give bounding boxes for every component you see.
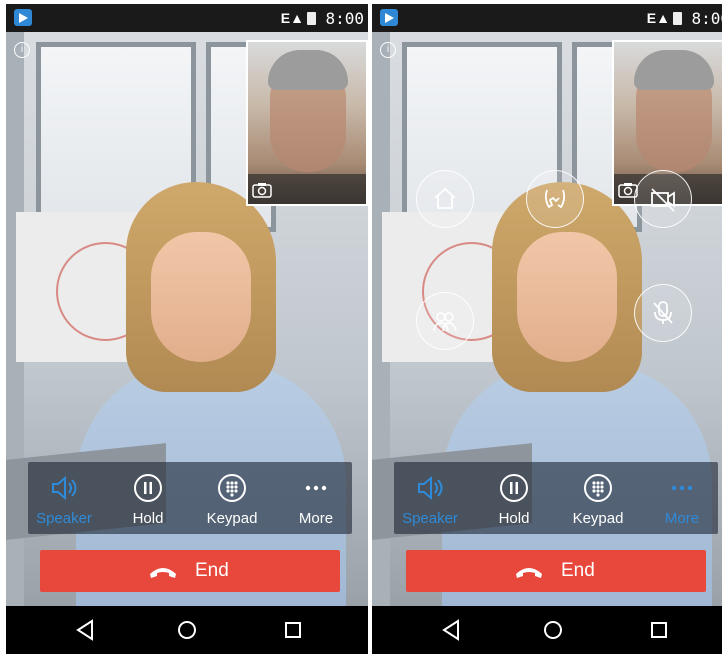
keypad-label: Keypad [572, 510, 624, 527]
status-bar: E▲ 8:00 [6, 4, 368, 32]
remote-person-face [151, 232, 251, 362]
phone-screen-left: E▲ 8:00 i Speaker Hold Keypad More End [6, 4, 368, 654]
remote-person-face [517, 232, 617, 362]
call-transfer-icon [544, 189, 566, 209]
video-off-icon [651, 188, 675, 212]
pause-icon [500, 474, 528, 502]
info-icon[interactable]: i [14, 42, 30, 58]
keypad-label: Keypad [206, 510, 258, 527]
status-time: 8:00 [325, 9, 364, 28]
battery-icon [307, 12, 316, 25]
conference-button[interactable] [416, 292, 474, 350]
status-bar: E▲ 8:00 [372, 4, 722, 32]
home-icon [434, 187, 456, 209]
home-circle-icon[interactable] [172, 616, 202, 644]
switch-camera-icon[interactable] [252, 182, 272, 200]
phone-screen-right: E▲ 8:00 i Speaker Hold [372, 4, 722, 654]
speaker-icon [418, 475, 443, 501]
navigation-bar [6, 606, 368, 654]
back-icon[interactable] [436, 616, 466, 644]
status-time: 8:00 [691, 9, 722, 28]
end-call-button[interactable]: End [406, 550, 706, 592]
app-icon [14, 9, 32, 26]
hold-label: Hold [498, 510, 530, 527]
signal-icon: E▲ [646, 10, 670, 26]
mute-mic-icon [653, 301, 673, 324]
video-off-button[interactable] [634, 170, 692, 228]
battery-icon [673, 12, 682, 25]
signal-icon: E▲ [280, 10, 304, 26]
keypad-icon [584, 474, 612, 502]
network-type: E [646, 10, 657, 26]
end-call-label: End [561, 560, 595, 581]
self-view-video[interactable] [246, 40, 368, 206]
back-icon[interactable] [70, 616, 100, 644]
call-controls-bar: Speaker Hold Keypad More [28, 462, 352, 534]
more-icon [305, 485, 327, 491]
mute-button[interactable] [634, 284, 692, 342]
self-view-hair [634, 50, 714, 90]
home-button[interactable] [416, 170, 474, 228]
end-call-button[interactable]: End [40, 550, 340, 592]
call-controls-bar: Speaker Hold Keypad More [394, 462, 718, 534]
conference-icon [433, 312, 457, 332]
speaker-label: Speaker [36, 510, 92, 527]
network-type: E [280, 10, 291, 26]
more-button[interactable]: More [280, 462, 352, 534]
speaker-icon [52, 475, 77, 501]
speaker-button[interactable]: Speaker [28, 462, 100, 534]
more-button[interactable]: More [646, 462, 718, 534]
recents-icon[interactable] [644, 616, 674, 644]
more-label: More [664, 510, 700, 527]
home-circle-icon[interactable] [538, 616, 568, 644]
keypad-button[interactable]: Keypad [562, 462, 634, 534]
hold-button[interactable]: Hold [112, 462, 184, 534]
speaker-button[interactable]: Speaker [394, 462, 466, 534]
more-icon [671, 485, 693, 491]
hold-button[interactable]: Hold [478, 462, 550, 534]
hangup-icon [150, 568, 176, 578]
more-label: More [298, 510, 334, 527]
speaker-label: Speaker [402, 510, 458, 527]
navigation-bar [372, 606, 722, 654]
recents-icon[interactable] [278, 616, 308, 644]
call-transfer-button[interactable] [526, 170, 584, 228]
self-view-hair [268, 50, 348, 90]
keypad-icon [218, 474, 246, 502]
end-call-label: End [195, 560, 229, 581]
hold-label: Hold [132, 510, 164, 527]
keypad-button[interactable]: Keypad [196, 462, 268, 534]
pause-icon [134, 474, 162, 502]
hangup-icon [516, 568, 542, 578]
app-icon [380, 9, 398, 26]
info-icon[interactable]: i [380, 42, 396, 58]
